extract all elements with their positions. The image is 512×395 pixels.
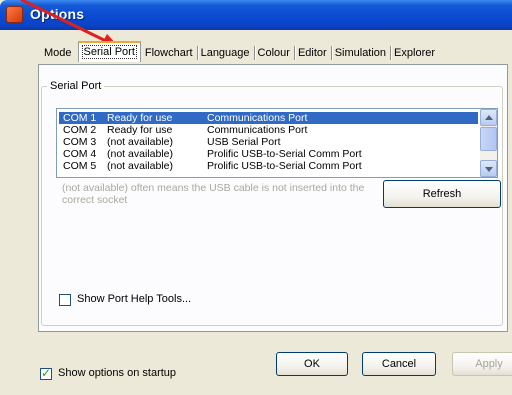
apply-button[interactable]: Apply — [452, 352, 512, 376]
list-item[interactable]: COM 5 (not available) Prolific USB-to-Se… — [59, 160, 478, 172]
port-description: Prolific USB-to-Serial Comm Port — [207, 160, 362, 172]
list-item[interactable]: COM 3 (not available) USB Serial Port — [59, 136, 478, 148]
refresh-button[interactable]: Refresh — [383, 180, 501, 208]
port-description: Communications Port — [207, 112, 308, 124]
show-port-help-tools-checkbox[interactable] — [59, 294, 71, 306]
port-status: (not available) — [107, 136, 173, 148]
group-label: Serial Port — [47, 80, 105, 92]
tab-editor[interactable]: Editor — [293, 43, 331, 63]
tab-serial-port[interactable]: Serial Port — [77, 41, 141, 62]
port-name: COM 1 — [63, 112, 97, 124]
port-description: Communications Port — [207, 124, 308, 136]
tab-strip: Mode Serial Port Flowchart Language Colo… — [40, 41, 439, 65]
list-item[interactable]: COM 1 Ready for use Communications Port — [59, 112, 478, 124]
tab-explorer[interactable]: Explorer — [390, 43, 439, 63]
port-name: COM 2 — [63, 124, 97, 136]
cancel-button[interactable]: Cancel — [362, 352, 436, 376]
port-name: COM 3 — [63, 136, 97, 148]
port-description: Prolific USB-to-Serial Comm Port — [207, 148, 362, 160]
list-scrollbar[interactable] — [480, 109, 497, 177]
port-list[interactable]: COM 1 Ready for use Communications Port … — [56, 108, 498, 178]
show-options-on-startup-checkbox[interactable] — [40, 367, 52, 380]
tab-colour[interactable]: Colour — [253, 43, 294, 63]
port-name: COM 4 — [63, 148, 97, 160]
ok-button[interactable]: OK — [276, 352, 348, 376]
show-port-help-tools-label[interactable]: Show Port Help Tools... — [77, 293, 191, 305]
port-status: (not available) — [107, 148, 173, 160]
port-hint-text: (not available) often means the USB cabl… — [62, 182, 365, 206]
tab-simulation[interactable]: Simulation — [330, 43, 390, 63]
scroll-up-icon[interactable] — [480, 109, 497, 126]
scroll-down-icon[interactable] — [480, 160, 497, 177]
port-status: Ready for use — [107, 124, 173, 136]
port-description: USB Serial Port — [207, 136, 281, 148]
port-status: (not available) — [107, 160, 173, 172]
scroll-thumb[interactable] — [480, 127, 497, 151]
options-dialog: Options Mode Serial Port Flowchart Langu… — [0, 0, 512, 395]
show-options-on-startup-label[interactable]: Show options on startup — [58, 367, 176, 379]
port-name: COM 5 — [63, 160, 97, 172]
list-item[interactable]: COM 4 (not available) Prolific USB-to-Se… — [59, 148, 478, 160]
list-item[interactable]: COM 2 Ready for use Communications Port — [59, 124, 478, 136]
port-status: Ready for use — [107, 112, 173, 124]
tab-language[interactable]: Language — [196, 43, 254, 63]
